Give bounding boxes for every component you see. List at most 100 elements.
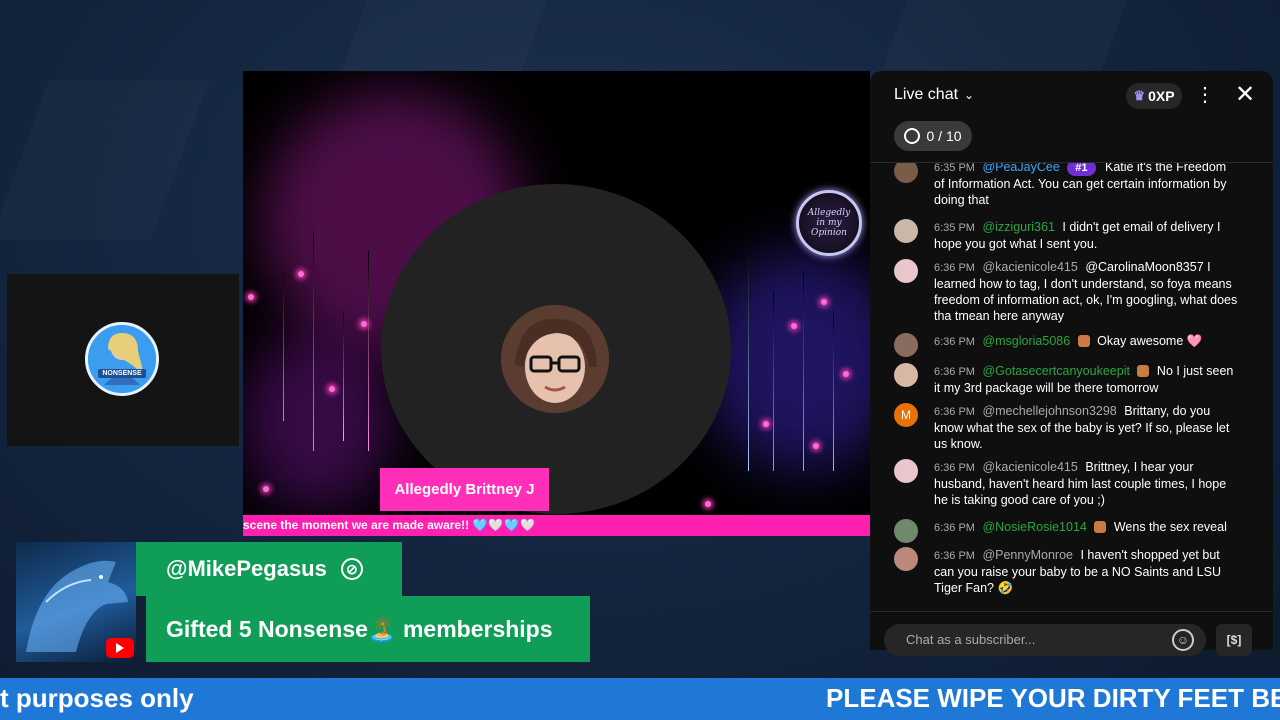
message-time: 6:35 PM xyxy=(934,222,975,234)
background-shape xyxy=(0,80,209,240)
live-chat-panel: Live chat ⌄ ♛ 0XP ⋮ ✕ 0 / 10 6:35 PM @Pe… xyxy=(870,71,1273,656)
close-icon[interactable]: ✕ xyxy=(1231,81,1259,109)
chevron-down-icon: ⌄ xyxy=(964,88,975,102)
crown-icon: ♛ xyxy=(1133,88,1146,103)
xp-chip[interactable]: ♛ 0XP xyxy=(1126,83,1182,109)
spark xyxy=(298,271,304,277)
light-streak xyxy=(773,291,774,471)
author-avatar: M xyxy=(894,403,918,427)
spark xyxy=(248,294,254,300)
youtube-icon xyxy=(106,638,134,658)
chat-title-dropdown[interactable]: Live chat ⌄ xyxy=(894,86,974,104)
message-text: Okay awesome 🩷 xyxy=(1097,334,1203,348)
streamer-avatar xyxy=(501,305,609,413)
author-name[interactable]: @kacienicole415 xyxy=(982,460,1077,474)
gifter-username: @MikePegasus xyxy=(166,556,327,581)
light-streak xyxy=(283,271,284,421)
author-name[interactable]: @PeaJayCee xyxy=(982,163,1059,174)
background-shape xyxy=(338,0,562,80)
spark xyxy=(263,486,269,492)
message-time: 6:36 PM xyxy=(934,462,975,474)
author-avatar xyxy=(894,219,918,243)
guest-cam-box: NONSENSE xyxy=(7,274,239,446)
light-streak xyxy=(313,231,314,451)
target-icon xyxy=(904,128,921,144)
bottom-ticker: t purposes only PLEASE WIPE YOUR DIRTY F… xyxy=(0,678,1280,720)
spark xyxy=(813,443,819,449)
goal-value: 0 / 10 xyxy=(926,128,962,144)
light-streak xyxy=(368,251,369,451)
chat-header: Live chat ⌄ ♛ 0XP ⋮ ✕ 0 / 10 xyxy=(870,71,1273,163)
author-avatar xyxy=(894,163,918,183)
more-options-icon[interactable]: ⋮ xyxy=(1195,83,1215,109)
message-time: 6:36 PM xyxy=(934,336,975,348)
spark xyxy=(763,421,769,427)
message-time: 6:35 PM xyxy=(934,163,975,174)
message-time: 6:36 PM xyxy=(934,406,975,418)
avatar-letter: M xyxy=(901,408,911,422)
chat-title: Live chat xyxy=(894,86,959,103)
message-text: I haven't shopped yet but can you raise … xyxy=(934,548,1221,595)
author-avatar xyxy=(894,519,918,543)
author-avatar xyxy=(894,459,918,483)
streamer-name-tag: Allegedly Brittney J xyxy=(380,468,549,511)
author-name[interactable]: @izziguri361 xyxy=(982,220,1054,234)
cam-logo-text: NONSENSE xyxy=(102,370,142,377)
spark xyxy=(361,321,367,327)
stream-video: Allegedly in my Opinion Allegedly Brittn… xyxy=(243,71,870,536)
chat-messages: 6:35 PM @PeaJayCee #1 Katie it's the Fre… xyxy=(870,163,1265,611)
message-text: Wens the sex reveal xyxy=(1113,520,1227,534)
spark xyxy=(329,386,335,392)
author-avatar xyxy=(894,259,918,283)
message-text: I didn't get email of delivery I hope yo… xyxy=(934,220,1221,251)
chat-footer: Chat as a subscriber... ☺ [$] xyxy=(870,611,1273,656)
author-avatar xyxy=(894,333,918,357)
moderator-icon: ⊘ xyxy=(340,558,363,580)
logo-text: Allegedly in my Opinion xyxy=(807,208,851,238)
ticker-text-right: PLEASE WIPE YOUR DIRTY FEET BEF xyxy=(826,683,1280,713)
author-name[interactable]: @mechellejohnson3298 xyxy=(982,404,1116,418)
author-name[interactable]: @msgloria5086 xyxy=(982,334,1070,348)
channel-logo-badge: Allegedly in my Opinion xyxy=(796,190,862,256)
ticker-text-left: t purposes only xyxy=(0,683,194,713)
message-text: Brittney, I hear your husband, haven't h… xyxy=(934,460,1227,507)
author-avatar xyxy=(894,363,918,387)
rank-badge: #1 xyxy=(1067,163,1096,176)
spark xyxy=(705,501,711,507)
chat-input[interactable]: Chat as a subscriber... xyxy=(884,624,1206,656)
author-name[interactable]: @NosieRosie1014 xyxy=(982,520,1086,534)
light-streak xyxy=(748,241,749,471)
message-time: 6:36 PM xyxy=(934,550,975,562)
spark xyxy=(791,323,797,329)
member-badge-icon xyxy=(1094,521,1107,533)
message-text: @CarolinaMoon8357 I learned how to tag, … xyxy=(934,260,1238,323)
author-name[interactable]: @Gotasecertcanyoukeepit xyxy=(982,364,1130,378)
background-shape xyxy=(882,0,1138,70)
gifter-name-bar: @MikePegasus ⊘ xyxy=(136,542,402,596)
message-time: 6:36 PM xyxy=(934,262,975,274)
gift-message: Gifted 5 Nonsense🏝️ memberships xyxy=(166,615,553,642)
goal-chip[interactable]: 0 / 10 xyxy=(894,121,972,151)
super-chat-icon[interactable]: [$] xyxy=(1216,624,1252,656)
pink-ticker-hearts: 🩵🤍🩵🤍 xyxy=(472,518,537,532)
author-avatar xyxy=(894,547,918,571)
xp-value: 0XP xyxy=(1148,88,1175,104)
pink-ticker-text: scene the moment we are made aware!! xyxy=(243,518,470,532)
member-badge-icon xyxy=(1137,365,1150,377)
message-time: 6:36 PM xyxy=(934,522,975,534)
gifter-avatar xyxy=(16,542,136,662)
spark xyxy=(843,371,849,377)
light-streak xyxy=(803,271,804,471)
light-streak xyxy=(343,311,344,441)
nonsense-logo: NONSENSE xyxy=(85,322,159,396)
video-glow xyxy=(243,331,393,511)
pink-ticker: scene the moment we are made aware!! 🩵🤍🩵… xyxy=(243,515,870,536)
spark xyxy=(821,299,827,305)
author-name[interactable]: @PennyMonroe xyxy=(982,548,1073,562)
author-name[interactable]: @kacienicole415 xyxy=(982,260,1077,274)
emoji-icon[interactable]: ☺ xyxy=(1172,629,1194,651)
member-badge-icon xyxy=(1077,335,1090,347)
light-streak xyxy=(833,311,834,471)
message-time: 6:36 PM xyxy=(934,366,975,378)
gift-message-bar: Gifted 5 Nonsense🏝️ memberships xyxy=(146,596,590,662)
